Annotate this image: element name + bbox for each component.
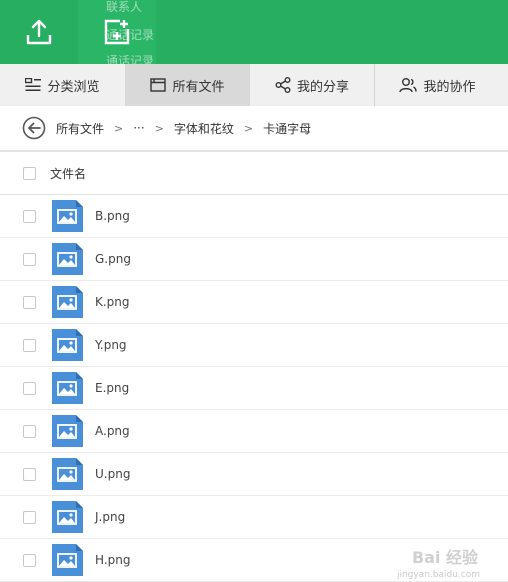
file-name[interactable]: E.png bbox=[95, 381, 129, 395]
share-icon bbox=[275, 77, 291, 93]
table-row[interactable]: A.png bbox=[0, 410, 508, 453]
image-file-icon bbox=[52, 501, 83, 533]
row-checkbox[interactable] bbox=[23, 209, 36, 223]
tab-my-collab[interactable]: 我的协作 bbox=[375, 64, 500, 106]
collab-icon bbox=[399, 78, 418, 93]
breadcrumb-item-fonts[interactable]: 字体和花纹 bbox=[174, 120, 234, 137]
category-icon bbox=[25, 78, 42, 91]
breadcrumb-separator: > bbox=[243, 121, 254, 135]
breadcrumb-item-current: 卡通字母 bbox=[263, 121, 312, 136]
table-row[interactable]: J.png bbox=[0, 496, 508, 539]
file-name[interactable]: A.png bbox=[95, 424, 130, 438]
file-name[interactable]: J.png bbox=[95, 510, 125, 524]
column-header-filename[interactable]: 文件名 bbox=[50, 165, 86, 182]
top-toolbar: 联系人 通话记录 通话记录 bbox=[0, 0, 508, 68]
ghost-menu-item: 联系人 bbox=[106, 0, 143, 14]
row-checkbox[interactable] bbox=[23, 295, 36, 309]
file-name[interactable]: H.png bbox=[95, 553, 130, 567]
file-name[interactable]: B.png bbox=[95, 209, 130, 223]
breadcrumb-separator: > bbox=[114, 121, 124, 135]
table-row[interactable]: U.png bbox=[0, 453, 508, 496]
image-file-icon bbox=[52, 415, 83, 447]
row-checkbox[interactable] bbox=[23, 467, 36, 481]
tab-label: 所有文件 bbox=[172, 79, 225, 95]
breadcrumb-separator: > bbox=[154, 121, 164, 135]
table-row[interactable]: E.png bbox=[0, 367, 508, 410]
file-name[interactable]: K.png bbox=[95, 295, 130, 309]
file-name[interactable]: G.png bbox=[95, 252, 131, 266]
upload-icon bbox=[26, 19, 52, 45]
table-row[interactable]: Y.png bbox=[0, 324, 508, 367]
image-file-icon bbox=[52, 458, 83, 490]
row-checkbox[interactable] bbox=[23, 510, 36, 524]
watermark: Bai 经验 bbox=[411, 548, 478, 567]
back-arrow-icon[interactable] bbox=[22, 116, 46, 140]
tab-my-share[interactable]: 我的分享 bbox=[250, 64, 375, 106]
tab-label: 我的分享 bbox=[296, 79, 349, 95]
image-file-icon bbox=[52, 200, 83, 232]
folder-icon bbox=[150, 78, 167, 92]
tab-label: 我的协作 bbox=[423, 79, 476, 95]
row-checkbox[interactable] bbox=[23, 338, 36, 352]
tab-label: 分类浏览 bbox=[47, 79, 100, 95]
file-name[interactable]: U.png bbox=[95, 467, 130, 481]
tab-bar: 分类浏览 所有文件 我的分享 我的协作 bbox=[0, 64, 508, 106]
upload-button[interactable] bbox=[0, 0, 78, 64]
table-header: 文件名 bbox=[0, 152, 508, 195]
ghost-menu-item: 通话记录 bbox=[106, 28, 155, 42]
table-row[interactable]: G.png bbox=[0, 238, 508, 281]
breadcrumb: 所有文件 > ··· > 字体和花纹 > 卡通字母 bbox=[0, 106, 508, 152]
tab-all-files[interactable]: 所有文件 bbox=[125, 64, 250, 106]
file-list: B.png G.png K.png Y.png E.png A.png U.png J.png… bbox=[0, 195, 508, 582]
table-row[interactable]: B.png bbox=[0, 195, 508, 238]
tab-category[interactable]: 分类浏览 bbox=[0, 64, 125, 106]
image-file-icon bbox=[52, 329, 83, 361]
breadcrumb-item-ellipsis[interactable]: ··· bbox=[133, 121, 144, 135]
breadcrumb-item-all-files[interactable]: 所有文件 bbox=[56, 120, 104, 137]
table-row[interactable]: K.png bbox=[0, 281, 508, 324]
row-checkbox[interactable] bbox=[23, 553, 36, 567]
image-file-icon bbox=[52, 286, 83, 318]
image-file-icon bbox=[52, 372, 83, 404]
image-file-icon bbox=[52, 544, 83, 576]
row-checkbox[interactable] bbox=[23, 424, 36, 438]
row-checkbox[interactable] bbox=[23, 252, 36, 266]
image-file-icon bbox=[52, 243, 83, 275]
file-name[interactable]: Y.png bbox=[95, 338, 127, 352]
select-all-checkbox[interactable] bbox=[23, 166, 36, 180]
row-checkbox[interactable] bbox=[23, 381, 36, 395]
watermark-url: jingyan.baidu.com bbox=[396, 570, 480, 580]
